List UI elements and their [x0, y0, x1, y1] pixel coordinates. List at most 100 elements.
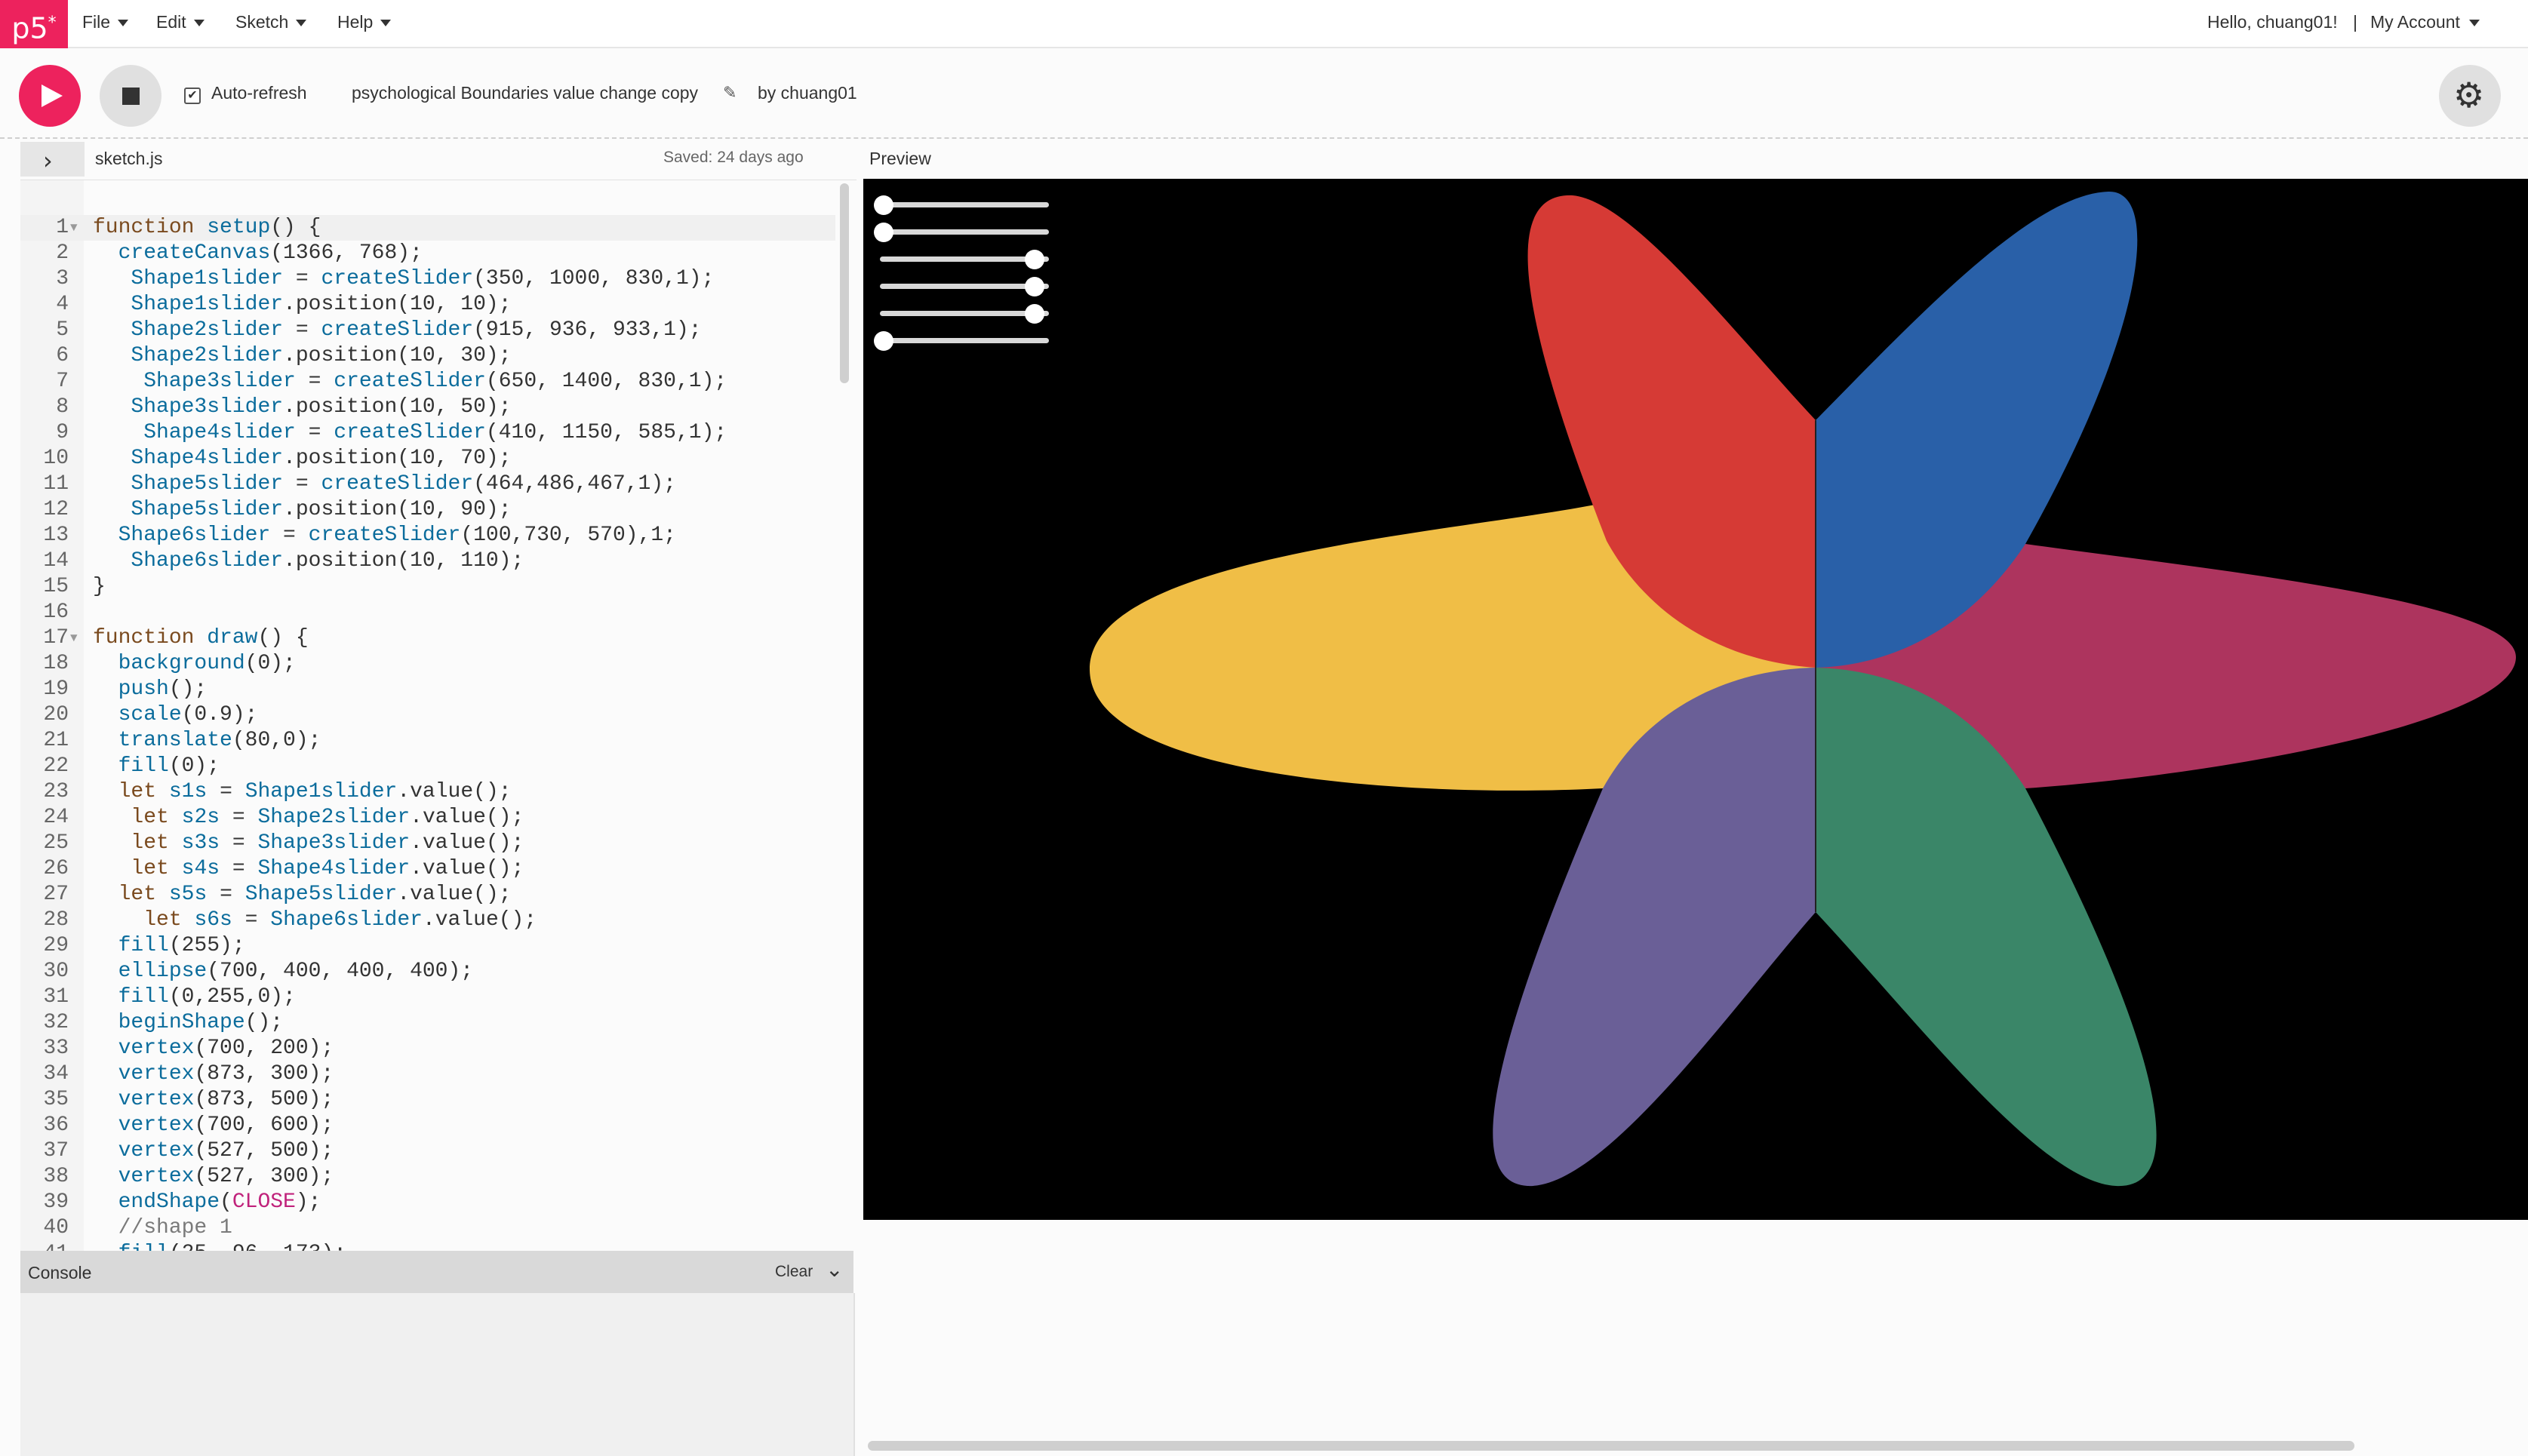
code-line[interactable]: 36 vertex(700, 600);	[20, 1113, 857, 1138]
code-line[interactable]: 15}	[20, 574, 857, 600]
code-line[interactable]: 17 ▼ function draw() {	[20, 625, 857, 651]
line-number: 5	[56, 318, 69, 342]
code-line[interactable]: 32 beginShape();	[20, 1010, 857, 1036]
preview-horizontal-scrollbar[interactable]	[868, 1441, 2354, 1451]
code-line[interactable]: 37 vertex(527, 500);	[20, 1138, 857, 1164]
line-text: scale(0.9);	[118, 703, 258, 726]
code-line[interactable]: 34 vertex(873, 300);	[20, 1061, 857, 1087]
code-line[interactable]: 27 let s5s = Shape5slider.value();	[20, 882, 857, 908]
top-nav: p5* File Edit Sketch Help Hello, chuang0…	[0, 0, 2528, 50]
code-line[interactable]: 16	[20, 600, 857, 625]
play-button[interactable]	[19, 65, 81, 127]
code-line[interactable]: 25 let s3s = Shape3slider.value();	[20, 831, 857, 856]
line-number: 25	[43, 831, 69, 855]
line-number: 7	[56, 370, 69, 393]
line-number: 32	[43, 1011, 69, 1034]
line-number: 18	[43, 652, 69, 675]
code-line[interactable]: 5 Shape2slider = createSlider(915, 936, …	[20, 318, 857, 343]
code-line[interactable]: 14 Shape6slider.position(10, 110);	[20, 548, 857, 574]
line-number: 19	[43, 677, 69, 701]
sketch-name[interactable]: psychological Boundaries value change co…	[352, 83, 698, 103]
code-line[interactable]: 24 let s2s = Shape2slider.value();	[20, 805, 857, 831]
code-line[interactable]: 12 Shape5slider.position(10, 90);	[20, 497, 857, 523]
fold-arrow-icon[interactable]: ▼	[70, 625, 78, 651]
code-line[interactable]: 29 fill(255);	[20, 933, 857, 959]
code-line[interactable]: 28 let s6s = Shape6slider.value();	[20, 908, 857, 933]
file-tab[interactable]: sketch.js	[95, 149, 162, 169]
line-text: fill(255);	[118, 934, 245, 957]
line-number: 4	[56, 293, 69, 316]
code-line[interactable]: 23 let s1s = Shape1slider.value();	[20, 779, 857, 805]
menu-edit[interactable]: Edit	[156, 0, 205, 47]
code-line[interactable]: 2 createCanvas(1366, 768);	[20, 241, 857, 266]
line-number: 37	[43, 1139, 69, 1163]
code-line[interactable]: 39 endShape(CLOSE);	[20, 1190, 857, 1215]
chevron-right-icon: ›	[43, 146, 53, 175]
shape5-slider[interactable]	[874, 303, 1052, 325]
line-text: Shape3slider = createSlider(650, 1400, 8…	[143, 370, 727, 393]
code-line[interactable]: 13 Shape6slider = createSlider(100,730, …	[20, 523, 857, 548]
shape3-slider[interactable]	[874, 248, 1052, 271]
code-line[interactable]: 3 Shape1slider = createSlider(350, 1000,…	[20, 266, 857, 292]
stop-button[interactable]	[100, 65, 161, 127]
code-line[interactable]: 31 fill(0,255,0);	[20, 984, 857, 1010]
slider-thumb[interactable]	[1024, 277, 1044, 296]
code-line[interactable]: 22 fill(0);	[20, 754, 857, 779]
line-number: 33	[43, 1037, 69, 1060]
code-line[interactable]: 8 Shape3slider.position(10, 50);	[20, 395, 857, 420]
code-line[interactable]: 35 vertex(873, 500);	[20, 1087, 857, 1113]
slider-thumb[interactable]	[1024, 304, 1044, 324]
code-line[interactable]: 41 fill(25, 96, 173);	[20, 1241, 857, 1252]
pencil-icon[interactable]: ✎	[723, 83, 737, 103]
code-lines[interactable]: 1 ▼ function setup() {2 createCanvas(1366,…	[20, 215, 857, 1252]
sketch-author[interactable]: by chuang01	[758, 83, 857, 103]
code-line[interactable]: 26 let s4s = Shape4slider.value();	[20, 856, 857, 882]
slider-thumb[interactable]	[874, 195, 893, 215]
menu-edit-label: Edit	[156, 12, 186, 32]
code-line[interactable]: 11 Shape5slider = createSlider(464,486,4…	[20, 472, 857, 497]
line-text: endShape(CLOSE);	[118, 1190, 321, 1214]
line-number: 27	[43, 883, 69, 906]
code-line[interactable]: 20 scale(0.9);	[20, 702, 857, 728]
shape2-slider[interactable]	[874, 221, 1052, 244]
menu-sketch[interactable]: Sketch	[235, 0, 307, 47]
auto-refresh-checkbox[interactable]: ✔	[184, 88, 201, 104]
chevron-down-icon	[193, 20, 205, 27]
menu-file[interactable]: File	[82, 0, 129, 47]
menu-help[interactable]: Help	[337, 0, 392, 47]
p5-logo[interactable]: p5*	[0, 0, 68, 50]
editor-scrollbar[interactable]	[840, 183, 849, 383]
code-line[interactable]: 18 background(0);	[20, 651, 857, 677]
sidebar-toggle-button[interactable]: ›	[20, 142, 85, 177]
preview-canvas[interactable]	[863, 179, 2528, 1220]
line-number: 8	[56, 395, 69, 419]
code-line[interactable]: 7 Shape3slider = createSlider(650, 1400,…	[20, 369, 857, 395]
code-line[interactable]: 38 vertex(527, 300);	[20, 1164, 857, 1190]
shape6-slider[interactable]	[874, 330, 1052, 352]
code-line[interactable]: 40 //shape 1	[20, 1215, 857, 1241]
code-line[interactable]: 33 vertex(700, 200);	[20, 1036, 857, 1061]
code-line[interactable]: 19 push();	[20, 677, 857, 702]
console-clear-button[interactable]: Clear	[775, 1263, 813, 1281]
user-greeting: Hello, chuang01!	[2207, 12, 2338, 32]
line-text: fill(25, 96, 173);	[93, 1241, 346, 1252]
slider-thumb[interactable]	[874, 331, 893, 351]
code-line[interactable]: 1 ▼ function setup() {	[20, 215, 857, 241]
settings-button[interactable]: ⚙	[2439, 65, 2501, 127]
slider-thumb[interactable]	[874, 223, 893, 242]
code-line[interactable]: 10 Shape4slider.position(10, 70);	[20, 446, 857, 472]
code-line[interactable]: 6 Shape2slider.position(10, 30);	[20, 343, 857, 369]
chevron-down-icon[interactable]: ⌄	[826, 1257, 843, 1282]
code-line[interactable]: 21 translate(80,0);	[20, 728, 857, 754]
fold-arrow-icon[interactable]: ▼	[70, 215, 78, 241]
code-line[interactable]: 4 Shape1slider.position(10, 10);	[20, 292, 857, 318]
shape1-slider[interactable]	[874, 194, 1052, 217]
shape4-slider[interactable]	[874, 275, 1052, 298]
code-line[interactable]: 30 ellipse(700, 400, 400, 400);	[20, 959, 857, 984]
code-editor[interactable]: 1 ▼ function setup() {2 createCanvas(1366,…	[20, 180, 857, 1252]
slider-thumb[interactable]	[1024, 250, 1044, 269]
line-text: let s3s = Shape3slider.value();	[131, 831, 524, 855]
code-line[interactable]: 9 Shape4slider = createSlider(410, 1150,…	[20, 420, 857, 446]
line-number: 38	[43, 1165, 69, 1188]
my-account-menu[interactable]: My Account	[2370, 0, 2480, 47]
